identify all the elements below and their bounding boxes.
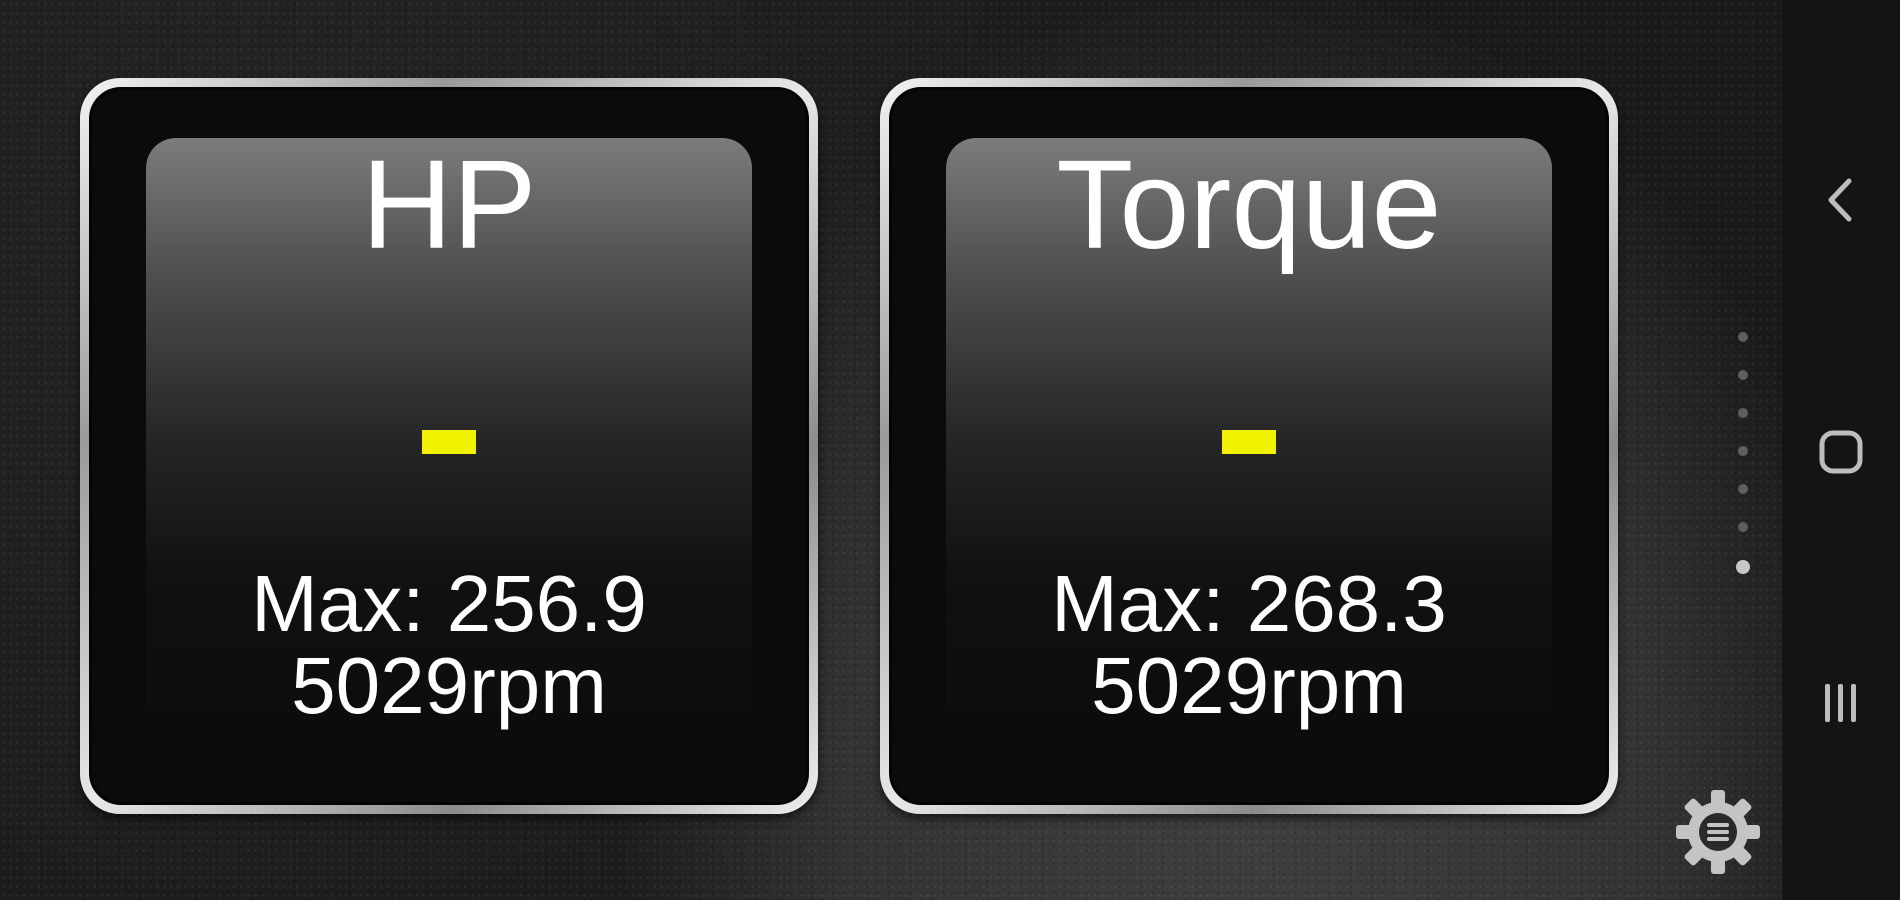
hp-gauge[interactable]: HP Max: 256.9 5029rpm — [80, 78, 818, 814]
gear-menu-icon — [1676, 790, 1760, 874]
hp-gauge-bezel-inner: HP Max: 256.9 5029rpm — [89, 87, 809, 805]
hp-gauge-rpm: 5029rpm — [291, 641, 607, 730]
torque-gauge-title: Torque — [1056, 134, 1442, 275]
torque-gauge[interactable]: Torque Max: 268.3 5029rpm — [880, 78, 1618, 814]
torque-gauge-max: Max: 268.3 — [1051, 559, 1447, 648]
page-dot[interactable] — [1738, 408, 1748, 418]
page-indicator[interactable] — [1736, 332, 1750, 602]
page-dot[interactable] — [1738, 446, 1748, 456]
page-dot[interactable] — [1738, 484, 1748, 494]
recents-icon — [1825, 684, 1856, 722]
home-icon — [1819, 430, 1863, 474]
system-nav-bar — [1782, 0, 1900, 900]
torque-gauge-face: Torque Max: 268.3 5029rpm — [946, 134, 1552, 762]
page-dot-active[interactable] — [1736, 560, 1750, 574]
dyno-screen: HP Max: 256.9 5029rpm Torque Max: 268.3 … — [0, 0, 1900, 900]
back-chevron-icon — [1828, 178, 1852, 222]
torque-gauge-rpm: 5029rpm — [1091, 641, 1407, 730]
hp-gauge-max: Max: 256.9 — [251, 559, 647, 648]
page-dot[interactable] — [1738, 370, 1748, 380]
hp-gauge-title: HP — [361, 134, 537, 275]
page-dot[interactable] — [1738, 522, 1748, 532]
nav-back-button[interactable] — [1782, 150, 1900, 250]
settings-button[interactable] — [1672, 786, 1764, 878]
hp-gauge-face: HP Max: 256.9 5029rpm — [146, 134, 752, 762]
nav-home-button[interactable] — [1782, 402, 1900, 502]
nav-recents-button[interactable] — [1782, 653, 1900, 753]
hp-gauge-value-dash — [422, 430, 476, 454]
torque-gauge-bezel-inner: Torque Max: 268.3 5029rpm — [889, 87, 1609, 805]
torque-gauge-value-dash — [1222, 430, 1276, 454]
page-dot[interactable] — [1738, 332, 1748, 342]
